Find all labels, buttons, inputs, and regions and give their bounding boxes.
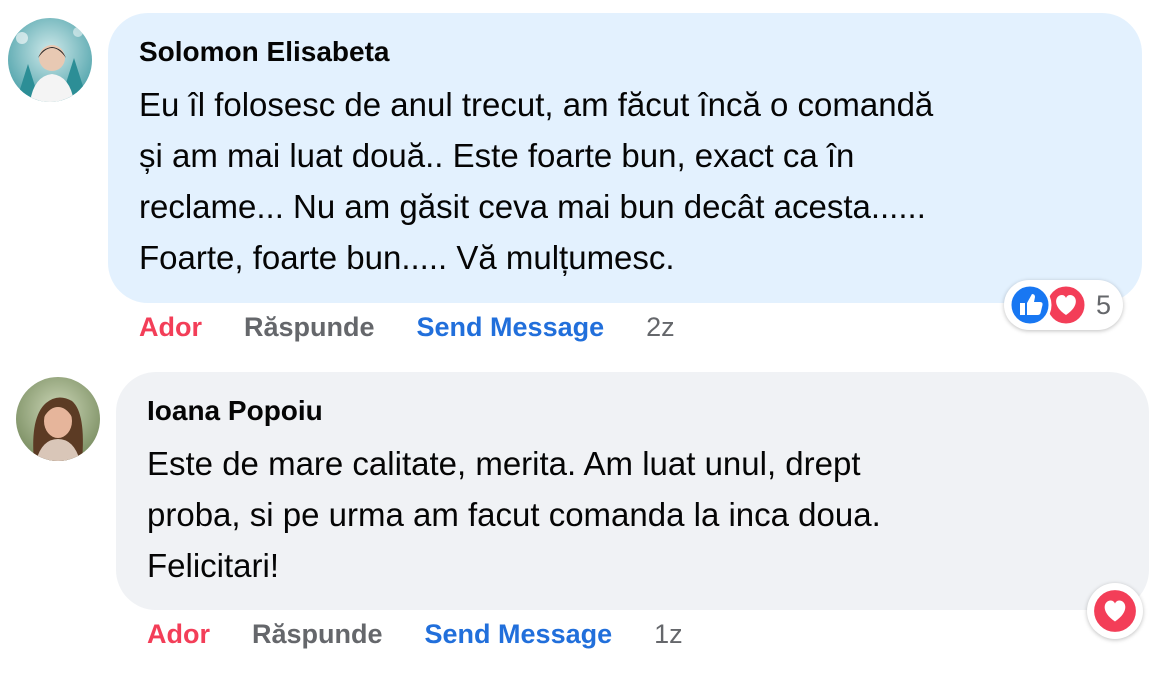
like-button[interactable]: Ador bbox=[147, 619, 210, 650]
comment-actions: Ador Răspunde Send Message 1z bbox=[147, 619, 683, 650]
reply-button[interactable]: Răspunde bbox=[244, 312, 375, 343]
comment-actions: Ador Răspunde Send Message 2z bbox=[139, 312, 675, 343]
send-message-button[interactable]: Send Message bbox=[425, 619, 613, 650]
comment-text-line: proba, si pe urma am facut comanda la in… bbox=[147, 496, 881, 533]
comment-text: Eu îl folosesc de anul trecut, am făcut … bbox=[139, 79, 933, 283]
avatar[interactable] bbox=[16, 377, 100, 461]
comment-text-line: reclame... Nu am găsit ceva mai bun decâ… bbox=[139, 188, 926, 225]
comment-author[interactable]: Solomon Elisabeta bbox=[139, 36, 390, 68]
love-icon bbox=[1092, 588, 1138, 634]
comment-text-line: Este de mare calitate, merita. Am luat u… bbox=[147, 445, 861, 482]
reaction-summary[interactable] bbox=[1087, 583, 1143, 639]
timestamp[interactable]: 1z bbox=[654, 619, 683, 650]
comment-author[interactable]: Ioana Popoiu bbox=[147, 395, 323, 427]
send-message-button[interactable]: Send Message bbox=[417, 312, 605, 343]
comment-text: Este de mare calitate, merita. Am luat u… bbox=[147, 438, 881, 591]
comment-text-line: Felicitari! bbox=[147, 547, 280, 584]
reaction-count: 5 bbox=[1096, 289, 1112, 320]
reaction-summary[interactable]: 5 bbox=[1004, 280, 1124, 330]
timestamp[interactable]: 2z bbox=[646, 312, 675, 343]
like-button[interactable]: Ador bbox=[139, 312, 202, 343]
like-icon bbox=[1008, 283, 1052, 327]
avatar[interactable] bbox=[8, 18, 92, 102]
reply-button[interactable]: Răspunde bbox=[252, 619, 383, 650]
comment-text-line: Foarte, foarte bun..... Vă mulțumesc. bbox=[139, 239, 675, 276]
comment-text-line: și am mai luat două.. Este foarte bun, e… bbox=[139, 137, 855, 174]
comment-text-line: Eu îl folosesc de anul trecut, am făcut … bbox=[139, 86, 934, 123]
